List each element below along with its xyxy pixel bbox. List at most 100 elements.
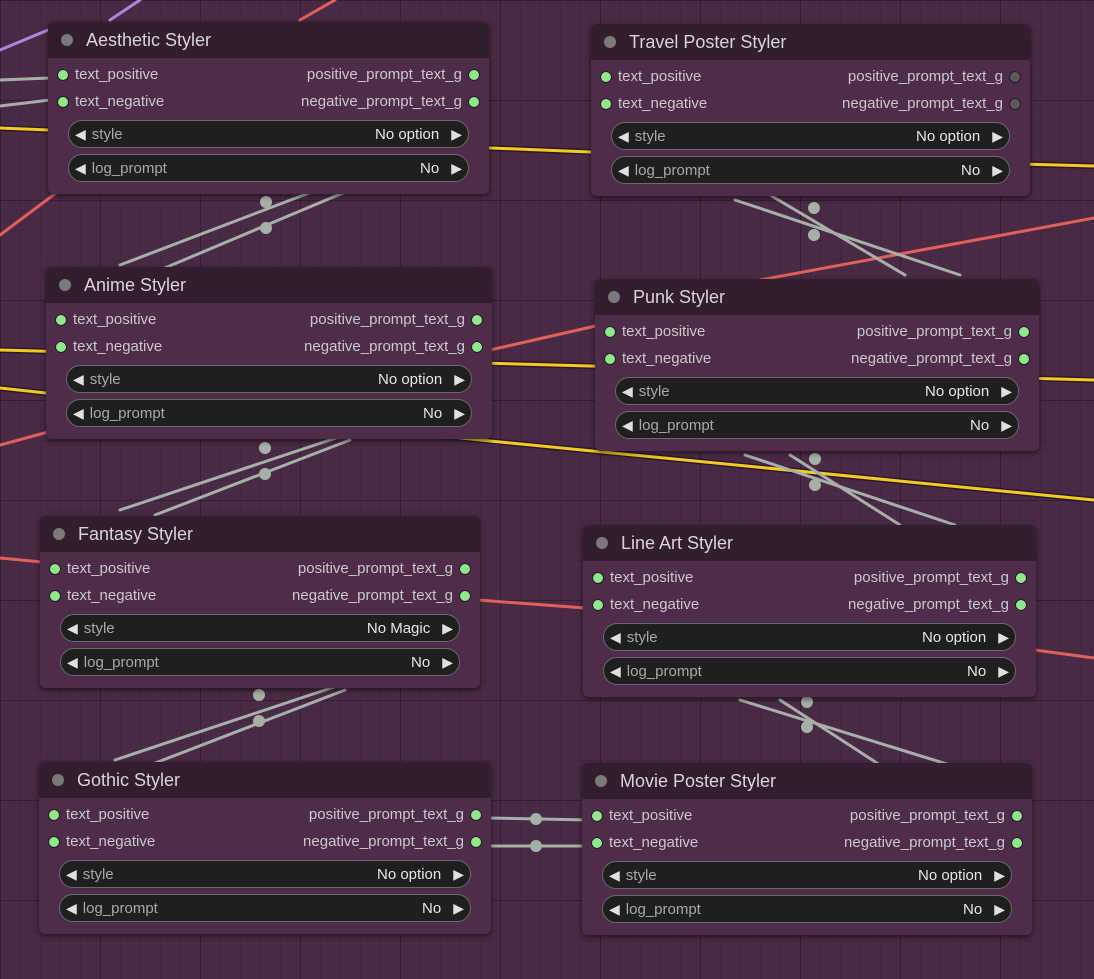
node-header[interactable]: Line Art Styler (583, 525, 1036, 561)
output-slot-negative[interactable] (472, 342, 482, 352)
input-slot-text-negative[interactable] (50, 591, 60, 601)
output-slot-negative[interactable] (1012, 838, 1022, 848)
arrow-left-icon[interactable]: ◀ (67, 371, 90, 388)
collapse-toggle[interactable] (59, 279, 71, 291)
node-header[interactable]: Fantasy Styler (40, 516, 480, 552)
arrow-right-icon[interactable]: ▶ (445, 126, 468, 143)
log-prompt-combo-widget[interactable]: ◀ log_prompt No ▶ (66, 399, 472, 427)
style-combo-widget[interactable]: ◀ style No option ▶ (59, 860, 471, 888)
node-header[interactable]: Travel Poster Styler (591, 24, 1030, 60)
arrow-left-icon[interactable]: ◀ (604, 663, 627, 680)
arrow-left-icon[interactable]: ◀ (616, 417, 639, 434)
input-slot-text-negative[interactable] (592, 838, 602, 848)
input-slot-text-positive[interactable] (56, 315, 66, 325)
style-combo-widget[interactable]: ◀ style No option ▶ (611, 122, 1010, 150)
input-slot-text-negative[interactable] (601, 99, 611, 109)
arrow-left-icon[interactable]: ◀ (60, 900, 83, 917)
input-slot-text-positive[interactable] (58, 70, 68, 80)
arrow-right-icon[interactable]: ▶ (445, 160, 468, 177)
node-header[interactable]: Aesthetic Styler (48, 22, 489, 58)
arrow-left-icon[interactable]: ◀ (616, 383, 639, 400)
output-slot-positive[interactable] (469, 70, 479, 80)
node-header[interactable]: Gothic Styler (39, 762, 491, 798)
arrow-right-icon[interactable]: ▶ (992, 663, 1015, 680)
arrow-left-icon[interactable]: ◀ (60, 866, 83, 883)
style-combo-widget[interactable]: ◀ style No option ▶ (68, 120, 469, 148)
node-movie-poster-styler[interactable]: Movie Poster Styler text_positive positi… (582, 763, 1032, 935)
log-prompt-combo-widget[interactable]: ◀ log_prompt No ▶ (603, 657, 1016, 685)
collapse-toggle[interactable] (604, 36, 616, 48)
node-aesthetic-styler[interactable]: Aesthetic Styler text_positive positive_… (48, 22, 489, 194)
arrow-right-icon[interactable]: ▶ (986, 128, 1009, 145)
style-combo-widget[interactable]: ◀ style No option ▶ (615, 377, 1019, 405)
node-header[interactable]: Punk Styler (595, 279, 1039, 315)
log-prompt-combo-widget[interactable]: ◀ log_prompt No ▶ (59, 894, 471, 922)
arrow-right-icon[interactable]: ▶ (992, 629, 1015, 646)
arrow-right-icon[interactable]: ▶ (995, 417, 1018, 434)
output-slot-negative[interactable] (460, 591, 470, 601)
output-slot-positive[interactable] (1010, 72, 1020, 82)
input-slot-text-negative[interactable] (593, 600, 603, 610)
arrow-right-icon[interactable]: ▶ (436, 620, 459, 637)
collapse-toggle[interactable] (608, 291, 620, 303)
output-slot-negative[interactable] (1010, 99, 1020, 109)
arrow-right-icon[interactable]: ▶ (448, 371, 471, 388)
output-slot-negative[interactable] (1016, 600, 1026, 610)
output-slot-positive[interactable] (1019, 327, 1029, 337)
input-slot-text-positive[interactable] (592, 811, 602, 821)
arrow-right-icon[interactable]: ▶ (448, 405, 471, 422)
arrow-right-icon[interactable]: ▶ (988, 901, 1011, 918)
node-fantasy-styler[interactable]: Fantasy Styler text_positive positive_pr… (40, 516, 480, 688)
log-prompt-combo-widget[interactable]: ◀ log_prompt No ▶ (68, 154, 469, 182)
output-slot-negative[interactable] (1019, 354, 1029, 364)
arrow-left-icon[interactable]: ◀ (61, 654, 84, 671)
arrow-left-icon[interactable]: ◀ (69, 126, 92, 143)
node-travel-poster-styler[interactable]: Travel Poster Styler text_positive posit… (591, 24, 1030, 196)
input-slot-text-positive[interactable] (605, 327, 615, 337)
collapse-toggle[interactable] (52, 774, 64, 786)
collapse-toggle[interactable] (595, 775, 607, 787)
arrow-right-icon[interactable]: ▶ (436, 654, 459, 671)
arrow-left-icon[interactable]: ◀ (604, 629, 627, 646)
log-prompt-combo-widget[interactable]: ◀ log_prompt No ▶ (611, 156, 1010, 184)
arrow-right-icon[interactable]: ▶ (447, 866, 470, 883)
output-slot-positive[interactable] (1012, 811, 1022, 821)
input-slot-text-negative[interactable] (56, 342, 66, 352)
log-prompt-combo-widget[interactable]: ◀ log_prompt No ▶ (615, 411, 1019, 439)
output-slot-positive[interactable] (460, 564, 470, 574)
input-slot-text-positive[interactable] (50, 564, 60, 574)
node-line-art-styler[interactable]: Line Art Styler text_positive positive_p… (583, 525, 1036, 697)
output-slot-positive[interactable] (1016, 573, 1026, 583)
node-anime-styler[interactable]: Anime Styler text_positive positive_prom… (46, 267, 492, 439)
input-slot-text-positive[interactable] (49, 810, 59, 820)
style-combo-widget[interactable]: ◀ style No option ▶ (602, 861, 1012, 889)
arrow-right-icon[interactable]: ▶ (986, 162, 1009, 179)
style-combo-widget[interactable]: ◀ style No option ▶ (603, 623, 1016, 651)
arrow-left-icon[interactable]: ◀ (612, 128, 635, 145)
input-slot-text-negative[interactable] (49, 837, 59, 847)
arrow-right-icon[interactable]: ▶ (995, 383, 1018, 400)
style-combo-widget[interactable]: ◀ style No Magic ▶ (60, 614, 460, 642)
node-gothic-styler[interactable]: Gothic Styler text_positive positive_pro… (39, 762, 491, 934)
collapse-toggle[interactable] (53, 528, 65, 540)
collapse-toggle[interactable] (61, 34, 73, 46)
arrow-left-icon[interactable]: ◀ (61, 620, 84, 637)
arrow-left-icon[interactable]: ◀ (612, 162, 635, 179)
input-slot-text-positive[interactable] (601, 72, 611, 82)
output-slot-positive[interactable] (471, 810, 481, 820)
collapse-toggle[interactable] (596, 537, 608, 549)
log-prompt-combo-widget[interactable]: ◀ log_prompt No ▶ (60, 648, 460, 676)
arrow-left-icon[interactable]: ◀ (67, 405, 90, 422)
output-slot-positive[interactable] (472, 315, 482, 325)
input-slot-text-negative[interactable] (58, 97, 68, 107)
arrow-left-icon[interactable]: ◀ (603, 867, 626, 884)
node-punk-styler[interactable]: Punk Styler text_positive positive_promp… (595, 279, 1039, 451)
output-slot-negative[interactable] (471, 837, 481, 847)
output-slot-negative[interactable] (469, 97, 479, 107)
arrow-left-icon[interactable]: ◀ (69, 160, 92, 177)
node-header[interactable]: Movie Poster Styler (582, 763, 1032, 799)
arrow-right-icon[interactable]: ▶ (988, 867, 1011, 884)
log-prompt-combo-widget[interactable]: ◀ log_prompt No ▶ (602, 895, 1012, 923)
input-slot-text-negative[interactable] (605, 354, 615, 364)
node-header[interactable]: Anime Styler (46, 267, 492, 303)
